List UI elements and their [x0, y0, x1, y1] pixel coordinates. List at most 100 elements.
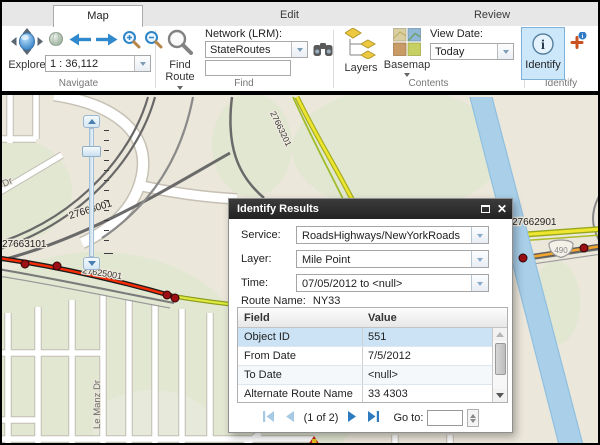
application-window: Map Edit Review Navigate Find Contents I… — [0, 0, 600, 445]
binoculars-icon[interactable] — [313, 42, 333, 62]
cell-field: Object ID — [238, 328, 362, 347]
table-row[interactable]: Alternate Route Name 33 4303 — [238, 385, 492, 403]
layers-button[interactable]: Layers — [341, 28, 381, 76]
time-label: Time: — [241, 274, 268, 292]
find-route-value-input[interactable] — [205, 60, 291, 76]
chevron-down-icon[interactable] — [471, 251, 488, 267]
close-icon[interactable]: ✕ — [497, 203, 507, 215]
cell-value: 33 4303 — [362, 385, 492, 403]
previous-page-icon[interactable] — [284, 410, 295, 426]
ribbon-tab-bar: Map Edit Review — [2, 2, 598, 27]
explore-label: Explore — [8, 60, 45, 71]
table-row[interactable]: From Date 7/5/2012 — [238, 347, 492, 366]
identify-results-dialog: Identify Results ✕ Service: RoadsHighway… — [228, 198, 513, 433]
dialog-title: Identify Results — [237, 203, 319, 215]
table-row[interactable]: Object ID 551 — [238, 328, 492, 347]
service-combo[interactable]: RoadsHighways/NewYorkRoads — [296, 226, 489, 244]
attributes-table: Field Value Object ID 551 From Date 7/5/… — [237, 307, 508, 403]
identify-route-locations-icon[interactable]: i — [569, 32, 587, 55]
chevron-down-icon — [404, 73, 410, 80]
svg-text:i: i — [541, 38, 545, 53]
zoom-in-icon[interactable] — [122, 30, 141, 54]
route-label: 27663101 — [2, 239, 47, 250]
full-extent-globe-icon[interactable] — [48, 31, 64, 52]
cell-value: 551 — [362, 328, 492, 347]
route-label: 27662901 — [512, 217, 557, 228]
layer-value: Mile Point — [297, 251, 471, 267]
scrollbar-thumb[interactable] — [495, 343, 506, 375]
next-extent-arrow-icon[interactable] — [95, 32, 119, 52]
service-label: Service: — [241, 226, 281, 244]
find-route-label-1: Find — [169, 60, 190, 71]
street-label: Le Manz Dr — [92, 380, 103, 429]
layer-label: Layer: — [241, 250, 272, 268]
page-indicator: (1 of 2) — [304, 412, 339, 424]
scroll-down-icon[interactable] — [493, 389, 507, 402]
first-page-icon[interactable] — [262, 410, 275, 426]
map-scale-combo[interactable]: 1 : 36,112 — [45, 55, 151, 72]
find-route-label-2: Route — [165, 72, 194, 83]
identify-icon: i — [531, 32, 555, 59]
identify-button-label: Identify — [525, 59, 560, 71]
page-spinner[interactable] — [467, 409, 479, 427]
time-value: 07/05/2012 to <null> — [297, 275, 471, 291]
map-scale-value: 1 : 36,112 — [46, 56, 134, 71]
scroll-up-icon[interactable] — [493, 328, 507, 341]
chevron-down-icon[interactable] — [291, 42, 307, 57]
pagination-bar: (1 of 2) Go to: — [229, 405, 512, 431]
chevron-down-icon[interactable] — [134, 56, 150, 71]
previous-extent-arrow-icon[interactable] — [68, 32, 92, 52]
goto-label: Go to: — [393, 412, 423, 424]
network-lrm-label: Network (LRM): — [205, 28, 282, 40]
cell-value: 7/5/2012 — [362, 347, 492, 366]
time-combo[interactable]: 07/05/2012 to <null> — [296, 274, 489, 292]
tab-edit[interactable]: Edit — [247, 5, 332, 26]
table-header: Field Value — [238, 308, 507, 328]
goto-page-input[interactable] — [427, 410, 463, 426]
chevron-down-icon[interactable] — [497, 44, 513, 59]
view-date-label: View Date: — [430, 28, 483, 40]
spinner-up-icon[interactable] — [470, 411, 476, 418]
last-page-icon[interactable] — [367, 410, 380, 426]
chevron-down-icon — [177, 86, 183, 93]
network-lrm-combo[interactable]: StateRoutes — [205, 41, 308, 58]
layer-combo[interactable]: Mile Point — [296, 250, 489, 268]
explore-button[interactable]: Explore — [4, 28, 50, 78]
chevron-down-icon[interactable] — [471, 227, 488, 243]
ribbon-body: Navigate Find Contents Identify — [2, 26, 598, 91]
network-lrm-value: StateRoutes — [206, 42, 291, 57]
explore-icon — [9, 28, 45, 59]
column-header-field: Field — [238, 308, 362, 328]
cell-field: Alternate Route Name — [238, 385, 362, 403]
spinner-down-icon[interactable] — [470, 419, 476, 426]
identify-button[interactable]: i Identify — [521, 27, 565, 80]
find-route-button[interactable]: Find Route — [159, 28, 201, 88]
zoom-slider-up-button[interactable] — [83, 115, 100, 128]
cell-value: <null> — [362, 366, 492, 385]
basemap-icon — [393, 28, 421, 59]
tab-review[interactable]: Review — [447, 5, 537, 26]
cell-field: To Date — [238, 366, 362, 385]
zoom-slider-handle[interactable] — [82, 146, 101, 157]
tab-map[interactable]: Map — [53, 5, 143, 27]
column-header-value: Value — [362, 308, 492, 328]
layers-label: Layers — [344, 63, 377, 74]
cell-field: From Date — [238, 347, 362, 366]
service-value: RoadsHighways/NewYorkRoads — [297, 227, 471, 243]
table-row[interactable]: To Date <null> — [238, 366, 492, 385]
map-viewport[interactable]: 490 27663001 27663101 27625001 27662901 … — [2, 95, 598, 443]
zoom-slider-down-button[interactable] — [83, 257, 100, 270]
view-date-value: Today — [431, 44, 497, 59]
route-name-label: Route Name: — [241, 295, 306, 307]
dialog-title-bar[interactable]: Identify Results ✕ — [229, 199, 512, 219]
chevron-down-icon[interactable] — [471, 275, 488, 291]
group-label-navigate: Navigate — [2, 78, 155, 89]
maximize-icon[interactable] — [481, 205, 490, 213]
table-scrollbar[interactable] — [492, 328, 507, 402]
view-date-combo[interactable]: Today — [430, 43, 514, 60]
basemap-button[interactable]: Basemap — [385, 28, 429, 86]
next-page-icon[interactable] — [347, 410, 358, 426]
layers-icon — [345, 28, 377, 62]
route-name-value: NY33 — [313, 295, 341, 307]
find-route-magnifier-icon — [166, 28, 194, 59]
